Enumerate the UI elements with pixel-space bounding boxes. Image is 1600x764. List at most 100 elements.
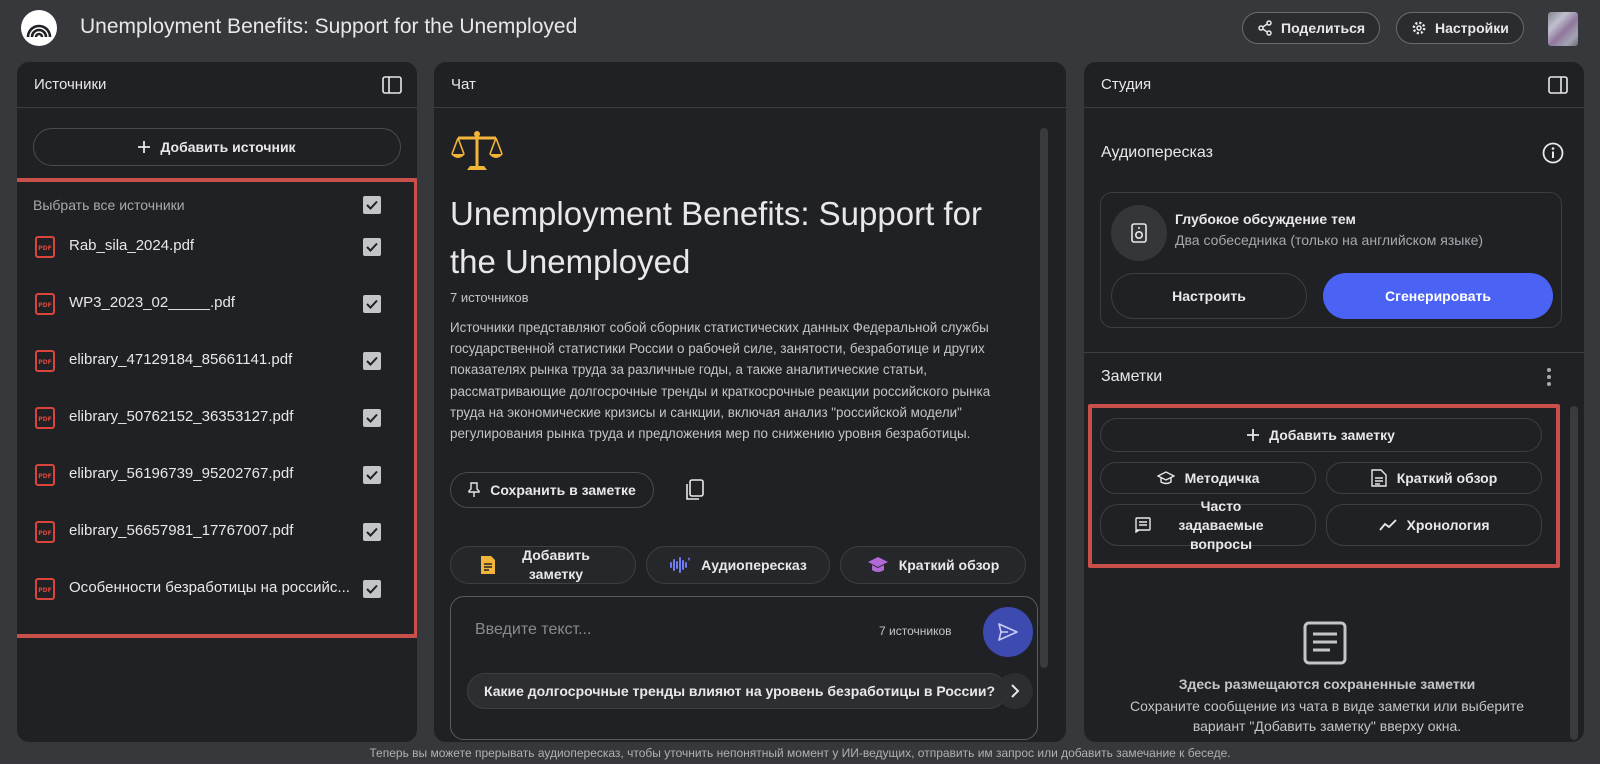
add-source-button[interactable]: Добавить источник <box>33 128 401 166</box>
add-note-label: Добавить заметку <box>1269 427 1395 443</box>
add-note-chip-label: Добавить заметку <box>522 547 590 582</box>
source-checkbox[interactable] <box>363 523 381 541</box>
checkmark-icon <box>366 413 378 423</box>
suggested-question[interactable]: Какие долгосрочные тренды влияют на уров… <box>467 673 1007 709</box>
copy-icon[interactable] <box>684 478 706 502</box>
studio-scrollbar[interactable] <box>1570 406 1578 740</box>
speaker-icon <box>1111 205 1167 261</box>
source-checkbox[interactable] <box>363 466 381 484</box>
checkmark-icon <box>366 584 378 594</box>
pin-icon <box>468 482 480 497</box>
notebook-title[interactable]: Unemployment Benefits: Support for the U… <box>80 15 577 39</box>
panel-toggle-icon[interactable] <box>1548 76 1568 94</box>
document-icon <box>1371 469 1387 487</box>
source-item[interactable]: PDF WP3_2023_02_____.pdf <box>17 283 414 323</box>
select-all-label: Выбрать все источники <box>33 197 185 213</box>
checkmark-icon <box>366 200 378 210</box>
sources-panel: Источники Добавить источник Выбрать все … <box>17 62 417 742</box>
graduation-cap-icon <box>1156 471 1175 485</box>
next-suggestion-button[interactable] <box>997 673 1033 709</box>
brief-overview-chip[interactable]: Краткий обзор <box>840 546 1026 584</box>
svg-text:PDF: PDF <box>38 302 51 309</box>
pdf-icon: PDF <box>35 236 55 258</box>
faq-label: Часто задаваемые вопросы <box>1178 497 1264 552</box>
plus-icon <box>138 141 151 153</box>
checkmark-icon <box>366 299 378 309</box>
waveform-icon <box>670 557 691 573</box>
sources-list: Выбрать все источники PDF Rab_sila_2024.… <box>17 178 417 638</box>
save-to-note-button[interactable]: Сохранить в заметке <box>450 472 654 508</box>
customize-button[interactable]: Настроить <box>1111 273 1307 319</box>
avatar[interactable] <box>1548 12 1578 46</box>
faq-button[interactable]: Часто задаваемые вопросы <box>1100 498 1316 552</box>
add-note-button[interactable]: Добавить заметку <box>1100 418 1542 452</box>
send-icon <box>998 623 1018 641</box>
source-checkbox[interactable] <box>363 295 381 313</box>
svg-text:PDF: PDF <box>38 245 51 252</box>
chat-notebook-title: Unemployment Benefits: Support for the U… <box>450 195 982 280</box>
notebook-summary: Источники представляют собой сборник ста… <box>450 320 991 442</box>
pdf-icon: PDF <box>35 407 55 429</box>
kebab-icon[interactable] <box>1546 366 1552 388</box>
scales-icon <box>451 131 503 170</box>
chat-panel-title: Чат <box>451 76 476 93</box>
settings-button[interactable]: Настройки <box>1396 12 1524 44</box>
source-name: elibrary_50762152_36353127.pdf <box>69 408 294 425</box>
chat-panel-header: Чат <box>434 62 1066 108</box>
settings-label: Настройки <box>1435 20 1509 36</box>
source-item[interactable]: PDF elibrary_56196739_95202767.pdf <box>17 454 414 494</box>
share-button[interactable]: Поделиться <box>1242 12 1381 44</box>
svg-text:PDF: PDF <box>38 473 51 480</box>
pdf-icon: PDF <box>35 521 55 543</box>
add-note-chip[interactable]: Добавить заметку <box>450 546 636 584</box>
audio-overview-chip[interactable]: Аудиопересказ <box>646 546 830 584</box>
notebook-logo-icon[interactable] <box>21 10 57 46</box>
chat-scrollbar[interactable] <box>1040 128 1048 668</box>
save-to-note-label: Сохранить в заметке <box>490 482 636 498</box>
select-all-checkbox[interactable] <box>363 196 381 214</box>
pdf-icon: PDF <box>35 293 55 315</box>
checkmark-icon <box>366 470 378 480</box>
brief-overview-chip-label: Краткий обзор <box>898 557 1000 573</box>
send-button[interactable] <box>983 607 1033 657</box>
empty-notes-icon <box>1303 621 1347 665</box>
brief-overview-label: Краткий обзор <box>1396 470 1498 486</box>
generate-button[interactable]: Сгенерировать <box>1323 273 1553 319</box>
brief-overview-button[interactable]: Краткий обзор <box>1326 462 1542 494</box>
panel-toggle-icon[interactable] <box>382 76 402 94</box>
studio-panel: Студия Аудиопересказ Глубокое обсуждение… <box>1084 62 1584 742</box>
info-icon[interactable] <box>1542 142 1564 164</box>
study-guide-button[interactable]: Методичка <box>1100 462 1316 494</box>
studio-panel-title: Студия <box>1101 76 1152 93</box>
source-item[interactable]: PDF elibrary_56657981_17767007.pdf <box>17 511 414 551</box>
source-item[interactable]: PDF Rab_sila_2024.pdf <box>17 226 414 266</box>
empty-notes-subtitle: Сохраните сообщение из чата в виде замет… <box>1129 698 1525 734</box>
source-item[interactable]: PDF elibrary_47129184_85661141.pdf <box>17 340 414 380</box>
source-checkbox[interactable] <box>363 580 381 598</box>
source-checkbox[interactable] <box>363 409 381 427</box>
checkmark-icon <box>366 242 378 252</box>
studio-panel-header: Студия <box>1084 62 1584 108</box>
plus-icon <box>1247 429 1260 441</box>
source-name: elibrary_56196739_95202767.pdf <box>69 465 294 482</box>
source-item[interactable]: PDF elibrary_50762152_36353127.pdf <box>17 397 414 437</box>
share-label: Поделиться <box>1281 20 1366 36</box>
timeline-icon <box>1378 519 1397 531</box>
checkmark-icon <box>366 527 378 537</box>
audio-overview-title: Аудиопересказ <box>1101 144 1213 161</box>
chat-input[interactable]: Введите текст... <box>475 621 591 639</box>
share-icon <box>1258 20 1272 36</box>
source-count: 7 источников <box>450 290 529 305</box>
add-source-label: Добавить источник <box>160 139 296 155</box>
audio-overview-chip-label: Аудиопересказ <box>701 557 807 573</box>
timeline-button[interactable]: Хронология <box>1326 504 1542 546</box>
graduation-cap-icon <box>867 557 888 572</box>
chat-input-box[interactable]: Введите текст... 7 источников Какие долг… <box>450 596 1038 740</box>
top-bar: Unemployment Benefits: Support for the U… <box>0 0 1600 56</box>
empty-notes-title: Здесь размещаются сохраненные заметки <box>1178 676 1476 692</box>
source-checkbox[interactable] <box>363 352 381 370</box>
select-all-row[interactable]: Выбрать все источники <box>17 192 414 218</box>
source-checkbox[interactable] <box>363 238 381 256</box>
audio-card-subtitle: Два собеседника (только на английском яз… <box>1175 232 1484 248</box>
source-item[interactable]: PDF Особенности безработицы на российс..… <box>17 568 414 608</box>
